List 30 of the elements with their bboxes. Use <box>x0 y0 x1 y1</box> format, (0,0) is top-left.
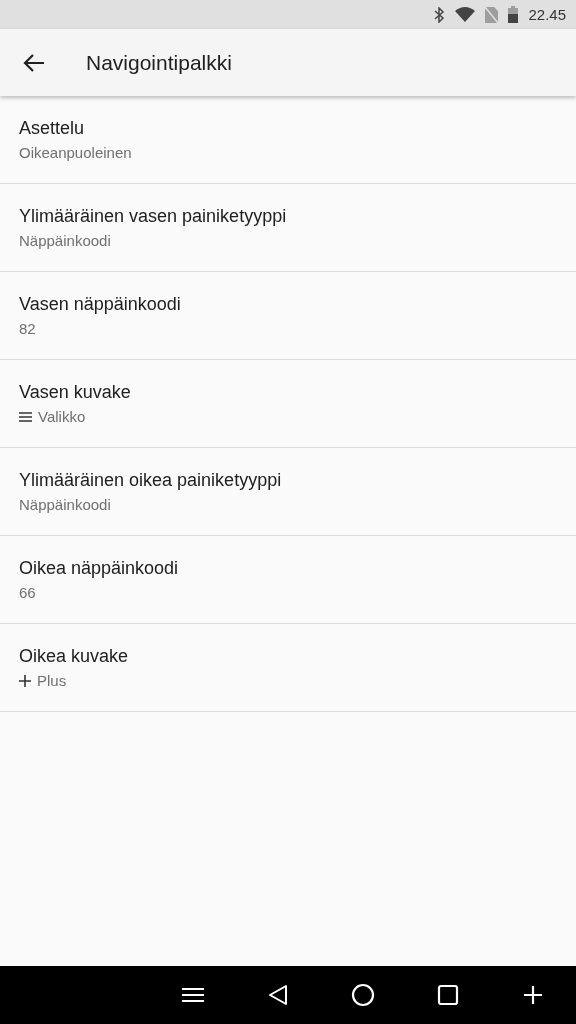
clock: 22.45 <box>528 6 566 23</box>
plus-icon <box>19 674 31 687</box>
bluetooth-icon <box>434 6 446 23</box>
setting-summary: 66 <box>19 584 36 601</box>
setting-title: Vasen kuvake <box>19 382 132 403</box>
settings-item[interactable]: Asettelu Oikeanpuoleinen <box>0 96 576 184</box>
settings-item[interactable]: Oikea kuvake Plus <box>0 624 576 712</box>
settings-item[interactable]: Ylimääräinen oikea painiketyyppi Näppäinkoodi <box>0 448 576 536</box>
setting-summary: Näppäinkoodi <box>19 496 111 513</box>
screen-title: Navigointipalkki <box>86 50 232 75</box>
setting-summary: 82 <box>19 320 36 337</box>
battery-icon <box>508 6 519 23</box>
wifi-icon <box>455 7 476 22</box>
setting-title: Ylimääräinen oikea painiketyyppi <box>19 470 283 491</box>
settings-item[interactable]: Ylimääräinen vasen painiketyyppi Näppäinkoodi <box>0 184 576 272</box>
setting-summary: Näppäinkoodi <box>19 232 111 249</box>
setting-title: Oikea näppäinkoodi <box>19 558 180 579</box>
no-sim-icon <box>485 6 499 23</box>
setting-summary: Plus <box>37 672 67 689</box>
setting-title: Asettelu <box>19 118 86 139</box>
setting-summary: Valikko <box>38 408 86 425</box>
menu-icon <box>19 411 32 422</box>
back-arrow-icon[interactable] <box>23 53 45 72</box>
setting-title: Ylimääräinen vasen painiketyyppi <box>19 206 288 227</box>
settings-item[interactable]: Vasen kuvake Valikko <box>0 360 576 448</box>
setting-title: Vasen näppäinkoodi <box>19 294 182 315</box>
settings-item[interactable]: Oikea näppäinkoodi 66 <box>0 536 576 624</box>
setting-title: Oikea kuvake <box>19 646 130 667</box>
settings-item[interactable]: Vasen näppäinkoodi 82 <box>0 272 576 360</box>
setting-summary: Oikeanpuoleinen <box>19 144 132 161</box>
